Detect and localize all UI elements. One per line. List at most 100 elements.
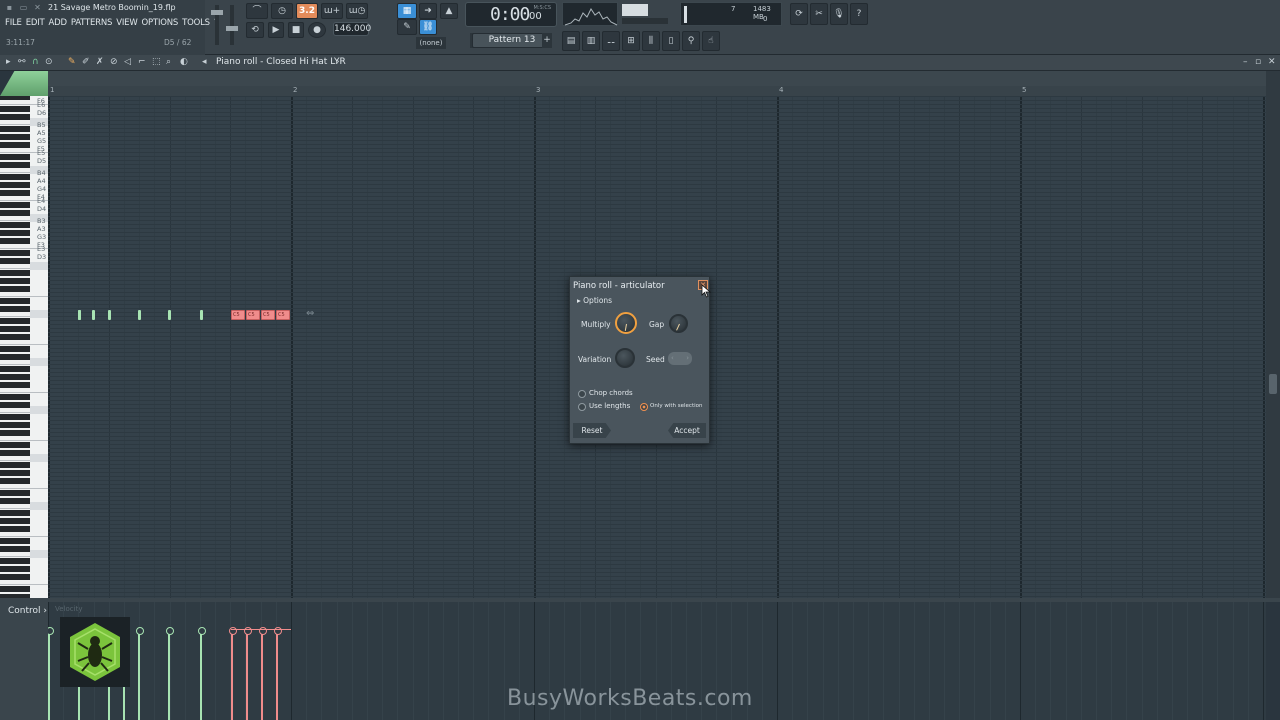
black-key[interactable]: [0, 326, 30, 333]
overview-strip[interactable]: [48, 71, 1266, 86]
multiply-knob[interactable]: [615, 312, 637, 334]
use-lengths-radio[interactable]: [578, 403, 586, 411]
menu-patterns[interactable]: PATTERNS: [71, 18, 113, 28]
master-pitch-handle[interactable]: [226, 26, 238, 31]
seed-right-icon[interactable]: ›: [686, 354, 689, 362]
loop-record-button[interactable]: ɯ◷: [346, 3, 368, 19]
gap-knob[interactable]: [669, 314, 688, 333]
snap-icon[interactable]: ∩: [32, 57, 39, 67]
black-key[interactable]: [0, 306, 30, 313]
velocity-bar[interactable]: [48, 627, 54, 720]
black-key[interactable]: [0, 258, 30, 265]
vertical-scrollbar-thumb[interactable]: [1269, 374, 1277, 394]
black-key[interactable]: [0, 498, 30, 505]
menu-file[interactable]: FILE: [5, 18, 22, 28]
black-key[interactable]: [0, 270, 30, 277]
minimize-icon[interactable]: ▭: [18, 3, 29, 13]
velocity-bar-selected[interactable]: [244, 627, 252, 720]
black-key[interactable]: [0, 510, 30, 517]
black-key[interactable]: [0, 154, 30, 161]
black-key[interactable]: [0, 558, 30, 565]
refresh-icon[interactable]: ⟳: [790, 3, 808, 25]
menu-tools[interactable]: TOOLS: [182, 18, 210, 28]
title-chevron-icon[interactable]: ›: [336, 57, 340, 67]
black-key[interactable]: [0, 190, 30, 197]
stop-button[interactable]: ■: [288, 22, 304, 38]
only-with-selection-radio[interactable]: [640, 403, 648, 411]
piano-keyboard[interactable]: F6E6D6C6B5A5G5F5E5D5C5B4A4G4F4E4D4C4B3A3…: [0, 96, 48, 598]
maximize-window-icon[interactable]: ▫: [1255, 57, 1261, 67]
menu-icon[interactable]: ▪: [4, 3, 15, 13]
play-button[interactable]: ▶: [268, 22, 284, 38]
black-key[interactable]: [0, 210, 30, 217]
black-key[interactable]: [0, 126, 30, 133]
velocity-bar-selected[interactable]: [229, 627, 237, 720]
accept-button[interactable]: Accept: [668, 423, 706, 438]
pencil-tool-icon[interactable]: ✎: [68, 57, 76, 67]
black-key[interactable]: [0, 96, 30, 101]
chop-chords-radio[interactable]: [578, 390, 586, 398]
menu-add[interactable]: ADD: [49, 18, 68, 28]
black-key[interactable]: [0, 546, 30, 553]
pattern-song-toggle[interactable]: ⟲: [246, 22, 264, 38]
microphone-icon[interactable]: 🎙: [830, 3, 848, 25]
speaker-icon[interactable]: ◂: [202, 57, 207, 67]
time-ruler[interactable]: 1 2 3 4 5: [48, 86, 1266, 96]
black-key[interactable]: [0, 430, 30, 437]
note[interactable]: [200, 310, 203, 320]
black-key[interactable]: [0, 518, 30, 525]
piano-roll-icon[interactable]: ▥: [582, 31, 600, 51]
black-key[interactable]: [0, 162, 30, 169]
touch-icon[interactable]: ☝: [702, 31, 720, 51]
black-key[interactable]: [0, 334, 30, 341]
pattern-add-icon[interactable]: +: [542, 33, 552, 48]
black-key[interactable]: [0, 114, 30, 121]
wait-for-input-button[interactable]: ◷: [271, 3, 293, 19]
black-key[interactable]: [0, 222, 30, 229]
velocity-bar[interactable]: [136, 627, 144, 720]
black-key[interactable]: [0, 354, 30, 361]
black-key[interactable]: [0, 526, 30, 533]
brush-tool-icon[interactable]: ✐: [82, 57, 90, 67]
reset-button[interactable]: Reset: [573, 423, 611, 438]
velocity-bar[interactable]: [166, 627, 174, 720]
black-key[interactable]: [0, 442, 30, 449]
seed-left-icon[interactable]: ‹: [671, 354, 674, 362]
black-key[interactable]: [0, 462, 30, 469]
note[interactable]: [168, 310, 171, 320]
menu-arrow-icon[interactable]: ▸: [6, 57, 11, 67]
vertical-scrollbar[interactable]: [1266, 71, 1280, 598]
black-key[interactable]: [0, 414, 30, 421]
song-time-display[interactable]: 0:00 00 M:S:CS: [465, 2, 557, 27]
black-key[interactable]: [0, 278, 30, 285]
black-key[interactable]: [0, 450, 30, 457]
snap-selector[interactable]: (none): [416, 37, 446, 49]
channel-rack-icon[interactable]: ⚋: [602, 31, 620, 51]
link-icon[interactable]: ⛓: [419, 19, 437, 35]
typing-keyboard-icon[interactable]: ▦: [397, 3, 417, 19]
selected-note[interactable]: C5: [231, 310, 245, 320]
magnet-icon[interactable]: ⚯: [18, 57, 26, 67]
zoom-tool-icon[interactable]: ⌕: [166, 57, 171, 67]
note[interactable]: [78, 310, 81, 320]
black-key[interactable]: [0, 346, 30, 353]
black-key[interactable]: [0, 402, 30, 409]
black-key[interactable]: [0, 366, 30, 373]
master-volume-handle[interactable]: [211, 10, 223, 15]
black-key[interactable]: [0, 134, 30, 141]
black-key[interactable]: [0, 230, 30, 237]
menu-edit[interactable]: EDIT: [26, 18, 45, 28]
metronome-button[interactable]: ⌒: [246, 3, 268, 19]
note[interactable]: [108, 310, 111, 320]
velocity-bar-selected[interactable]: [274, 627, 282, 720]
black-key[interactable]: [0, 374, 30, 381]
black-key[interactable]: [0, 182, 30, 189]
tools-icon[interactable]: ✂: [810, 3, 828, 25]
step-edit-button[interactable]: 3.2: [296, 3, 318, 19]
black-key[interactable]: [0, 586, 30, 593]
browser-icon[interactable]: ⊞: [622, 31, 640, 51]
tempo-display[interactable]: 146.000: [333, 22, 371, 36]
black-key[interactable]: [0, 174, 30, 181]
black-key[interactable]: [0, 574, 30, 581]
arrow-right-icon[interactable]: ➜: [419, 3, 437, 19]
